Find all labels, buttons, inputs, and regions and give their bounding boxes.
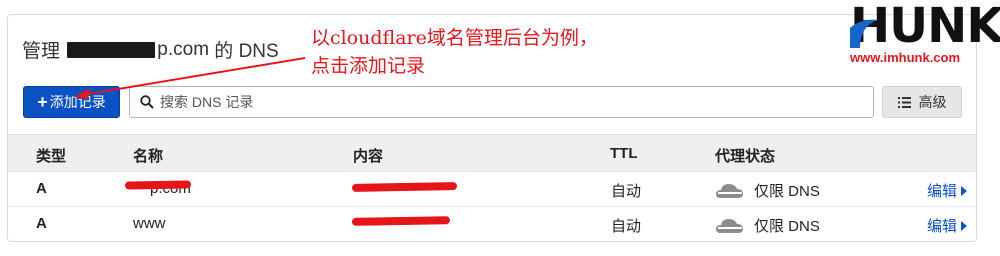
proxy-label: 仅限 DNS — [754, 183, 820, 200]
record-type: A — [36, 215, 47, 232]
title-suffix: 的 DNS — [209, 41, 279, 62]
column-name[interactable]: 名称 — [133, 145, 163, 166]
annotation-line-2: 点击添加记录 — [311, 55, 426, 77]
page-title: 管理 p.com 的 DNS — [22, 36, 279, 63]
list-icon — [897, 96, 911, 108]
record-name: www — [133, 215, 166, 232]
redaction-mark — [351, 216, 451, 226]
record-ttl: 自动 — [611, 218, 642, 235]
proxy-status: 仅限 DNS — [716, 215, 820, 236]
edit-label: 编辑 — [927, 218, 958, 235]
search-input[interactable] — [160, 94, 873, 110]
add-record-label: 添加记录 — [49, 94, 106, 110]
plus-icon: + — [37, 92, 48, 112]
table-row[interactable]: A www 自动 仅限 DNS 编辑 — [8, 206, 976, 240]
redacted-domain — [67, 41, 156, 58]
add-record-button[interactable]: + 添加记录 — [23, 86, 120, 118]
record-ttl: 自动 — [611, 183, 642, 200]
caret-right-icon — [961, 220, 968, 231]
column-proxy-status[interactable]: 代理状态 — [715, 145, 775, 166]
search-icon — [140, 95, 154, 109]
annotation-text: 以cloudflare域名管理后台为例， 点击添加记录 — [311, 24, 598, 80]
logo-swoosh-icon — [850, 19, 878, 48]
column-ttl[interactable]: TTL — [610, 145, 638, 162]
title-domain: p.com — [157, 38, 210, 60]
caret-right-icon — [961, 185, 968, 196]
column-type[interactable]: 类型 — [36, 145, 66, 166]
column-content[interactable]: 内容 — [353, 145, 383, 166]
edit-link[interactable]: 编辑 — [927, 180, 968, 201]
advanced-button[interactable]: 高级 — [882, 86, 962, 118]
proxy-label: 仅限 DNS — [754, 218, 820, 235]
logo-url: www.imhunk.com — [850, 50, 961, 65]
cloud-icon — [716, 218, 743, 233]
table-header: 类型 名称 内容 TTL 代理状态 — [8, 134, 976, 171]
redaction-mark — [124, 180, 192, 190]
advanced-label: 高级 — [918, 94, 947, 110]
hunk-logo: HUNK www.imhunk.com — [846, 2, 1000, 66]
annotation-line-1: 以cloudflare域名管理后台为例， — [311, 27, 598, 49]
edit-link[interactable]: 编辑 — [927, 215, 968, 236]
proxy-status: 仅限 DNS — [716, 180, 820, 201]
title-prefix: 管理 — [22, 41, 66, 62]
cloud-icon — [716, 183, 743, 198]
search-box[interactable] — [129, 86, 874, 118]
edit-label: 编辑 — [927, 183, 958, 200]
record-type: A — [36, 180, 47, 197]
